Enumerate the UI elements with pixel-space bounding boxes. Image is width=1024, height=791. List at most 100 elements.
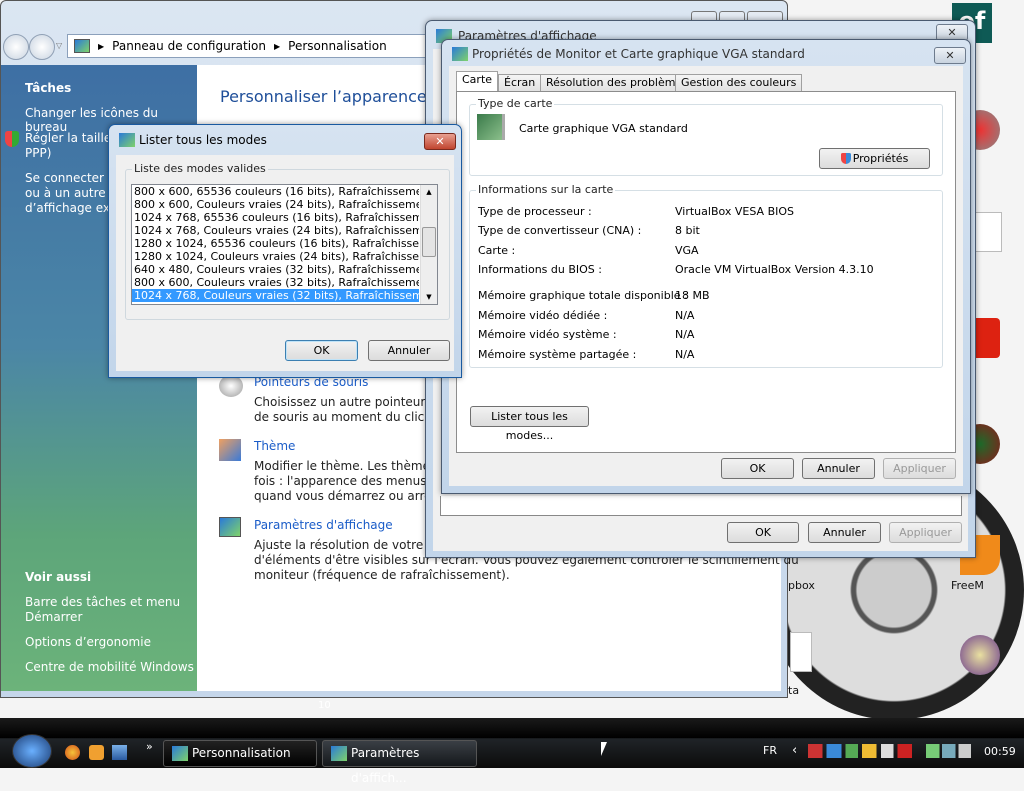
tab-ecran[interactable]: Écran <box>498 74 542 92</box>
adapter-name: Carte graphique VGA standard <box>519 122 688 135</box>
sidebar-link-taskbar[interactable]: Barre des tâches et menu <box>25 595 180 609</box>
firefox-icon[interactable] <box>65 745 80 760</box>
sidebar-link-start-menu[interactable]: Démarrer <box>25 610 82 624</box>
mouse-cursor <box>601 742 607 756</box>
mouse-pointer-icon <box>219 375 243 397</box>
taskbar-button-label: Paramètres d'affich... <box>351 746 420 785</box>
mode-list-item[interactable]: 1280 x 1024, 65536 couleurs (16 bits), R… <box>132 237 419 250</box>
dialog-title: Lister tous les modes <box>139 133 267 147</box>
theme-desc: quand vous démarrez ou arrêtez <box>254 489 450 503</box>
language-indicator[interactable]: FR <box>763 744 777 757</box>
info-value: N/A <box>675 309 695 322</box>
system-tray-icons[interactable] <box>926 744 971 758</box>
ok-button[interactable]: OK <box>285 340 358 361</box>
mode-list-item[interactable]: 1024 x 768, Couleurs vraies (24 bits), R… <box>132 224 419 237</box>
tab-troubleshoot[interactable]: Résolution des problèmes <box>540 74 694 92</box>
clock[interactable]: 00:59 <box>984 745 1016 758</box>
breadcrumb-separator-icon: ▶ <box>98 41 105 51</box>
pdf-doc-icon-2[interactable] <box>790 632 812 672</box>
dialog-title: Propriétés de Monitor et Carte graphique… <box>472 47 805 61</box>
breadcrumb-control-panel[interactable]: Panneau de configuration <box>112 39 266 53</box>
scroll-down-icon[interactable]: ▼ <box>421 293 437 301</box>
mode-list-item[interactable]: 800 x 600, 65536 couleurs (16 bits), Raf… <box>132 185 419 198</box>
info-label: Carte : <box>478 244 516 257</box>
info-label: Mémoire vidéo dédiée : <box>478 309 608 322</box>
scrollbar-thumb[interactable] <box>422 227 436 257</box>
freemind-label: FreeM <box>951 579 984 592</box>
taskbar-button-personnalisation[interactable]: Personnalisation <box>163 740 317 767</box>
display-settings-icon <box>331 746 347 761</box>
sidebar-link-dpi-cont[interactable]: PPP) <box>25 146 51 160</box>
thunderbird-icon[interactable] <box>89 745 104 760</box>
ok-button[interactable]: OK <box>727 522 799 543</box>
dropbox-label: pbox <box>788 579 815 592</box>
mode-list-item[interactable]: 640 x 480, Couleurs vraies (32 bits), Ra… <box>132 263 419 276</box>
tab-color-management[interactable]: Gestion des couleurs <box>675 74 803 92</box>
display-settings-icon <box>219 517 241 537</box>
close-button[interactable]: ✕ <box>934 47 966 64</box>
sidebar-link-ease-of-access[interactable]: Options d’ergonomie <box>25 635 151 649</box>
apply-button[interactable]: Appliquer <box>883 458 956 479</box>
cancel-button[interactable]: Annuler <box>808 522 881 543</box>
scroll-up-icon[interactable]: ▲ <box>421 188 437 196</box>
tray-expand-button[interactable]: ‹ <box>792 743 797 758</box>
taskbar-button-display-settings[interactable]: Paramètres d'affich... <box>322 740 477 785</box>
info-label: Mémoire graphique totale disponible : <box>478 289 688 302</box>
group-label: Liste des modes valides <box>132 162 268 175</box>
info-value: 8 bit <box>675 224 700 237</box>
graphics-card-icon <box>477 114 505 140</box>
show-desktop-icon[interactable] <box>112 745 127 760</box>
mode-list-item[interactable]: 1024 x 768, 65536 couleurs (16 bits), Ra… <box>132 211 419 224</box>
modes-listbox[interactable]: 800 x 600, 65536 couleurs (16 bits), Raf… <box>131 184 438 305</box>
apply-button[interactable]: Appliquer <box>889 522 962 543</box>
forward-button[interactable] <box>29 34 55 60</box>
ok-button[interactable]: OK <box>721 458 794 479</box>
control-panel-icon <box>74 39 90 53</box>
info-value: N/A <box>675 328 695 341</box>
mouse-pointers-desc: de souris au moment du clic ou <box>254 410 444 424</box>
control-panel-icon <box>172 746 188 761</box>
info-value: N/A <box>675 348 695 361</box>
uac-shield-icon <box>5 131 19 147</box>
link-theme[interactable]: Thème <box>254 439 295 453</box>
doc-label: ta <box>788 684 800 697</box>
tor-browser-icon[interactable] <box>960 635 1000 675</box>
back-button[interactable] <box>3 34 29 60</box>
taskbar <box>0 718 1024 768</box>
info-label: Informations du BIOS : <box>478 263 602 276</box>
mode-list-item[interactable]: 1024 x 768, Couleurs vraies (32 bits), R… <box>132 289 419 302</box>
info-value: 18 MB <box>675 289 710 302</box>
uac-shield-icon <box>840 153 851 164</box>
mode-list-item[interactable]: 800 x 600, Couleurs vraies (24 bits), Ra… <box>132 198 419 211</box>
tab-carte[interactable]: Carte <box>456 71 499 92</box>
link-display-settings[interactable]: Paramètres d'affichage <box>254 518 393 532</box>
properties-button-label: Propriétés <box>852 152 909 165</box>
cancel-button[interactable]: Annuler <box>368 340 450 361</box>
cancel-button[interactable]: Annuler <box>802 458 875 479</box>
sidebar-link-mobility-center[interactable]: Centre de mobilité Windows <box>25 660 194 674</box>
info-value: VGA <box>675 244 699 257</box>
list-all-modes-button[interactable]: Lister tous les modes... <box>470 406 589 442</box>
listbox-scrollbar[interactable]: ▲ ▼ <box>420 185 437 304</box>
display-settings-desc: Ajuste la résolution de votre mon <box>254 538 454 552</box>
quick-launch-more[interactable]: » <box>146 740 153 753</box>
recent-pages-dropdown[interactable]: ▽ <box>56 41 62 50</box>
wallpaper-number: 10 <box>318 700 331 711</box>
info-label: Type de convertisseur (CNA) : <box>478 224 642 237</box>
close-button[interactable]: ✕ <box>424 133 456 150</box>
info-label: Mémoire vidéo système : <box>478 328 617 341</box>
taskbar-button-label: Personnalisation <box>192 746 291 760</box>
see-also-heading: Voir aussi <box>25 570 92 584</box>
breadcrumb-personalization[interactable]: Personnalisation <box>288 39 387 53</box>
start-button[interactable] <box>12 734 52 768</box>
mode-list-item[interactable]: 1280 x 1024, Couleurs vraies (24 bits), … <box>132 250 419 263</box>
group-label: Informations sur la carte <box>476 183 616 196</box>
info-value: Oracle VM VirtualBox Version 4.3.10 <box>675 263 874 276</box>
tasks-heading: Tâches <box>25 81 72 95</box>
tray-icons[interactable] <box>808 744 912 758</box>
properties-button[interactable]: Propriétés <box>819 148 930 169</box>
theme-icon <box>219 439 241 461</box>
display-settings-desc: moniteur (fréquence de rafraîchissement)… <box>254 568 510 582</box>
mode-list-item[interactable]: 800 x 600, Couleurs vraies (32 bits), Ra… <box>132 276 419 289</box>
display-adapter-icon <box>452 47 468 61</box>
